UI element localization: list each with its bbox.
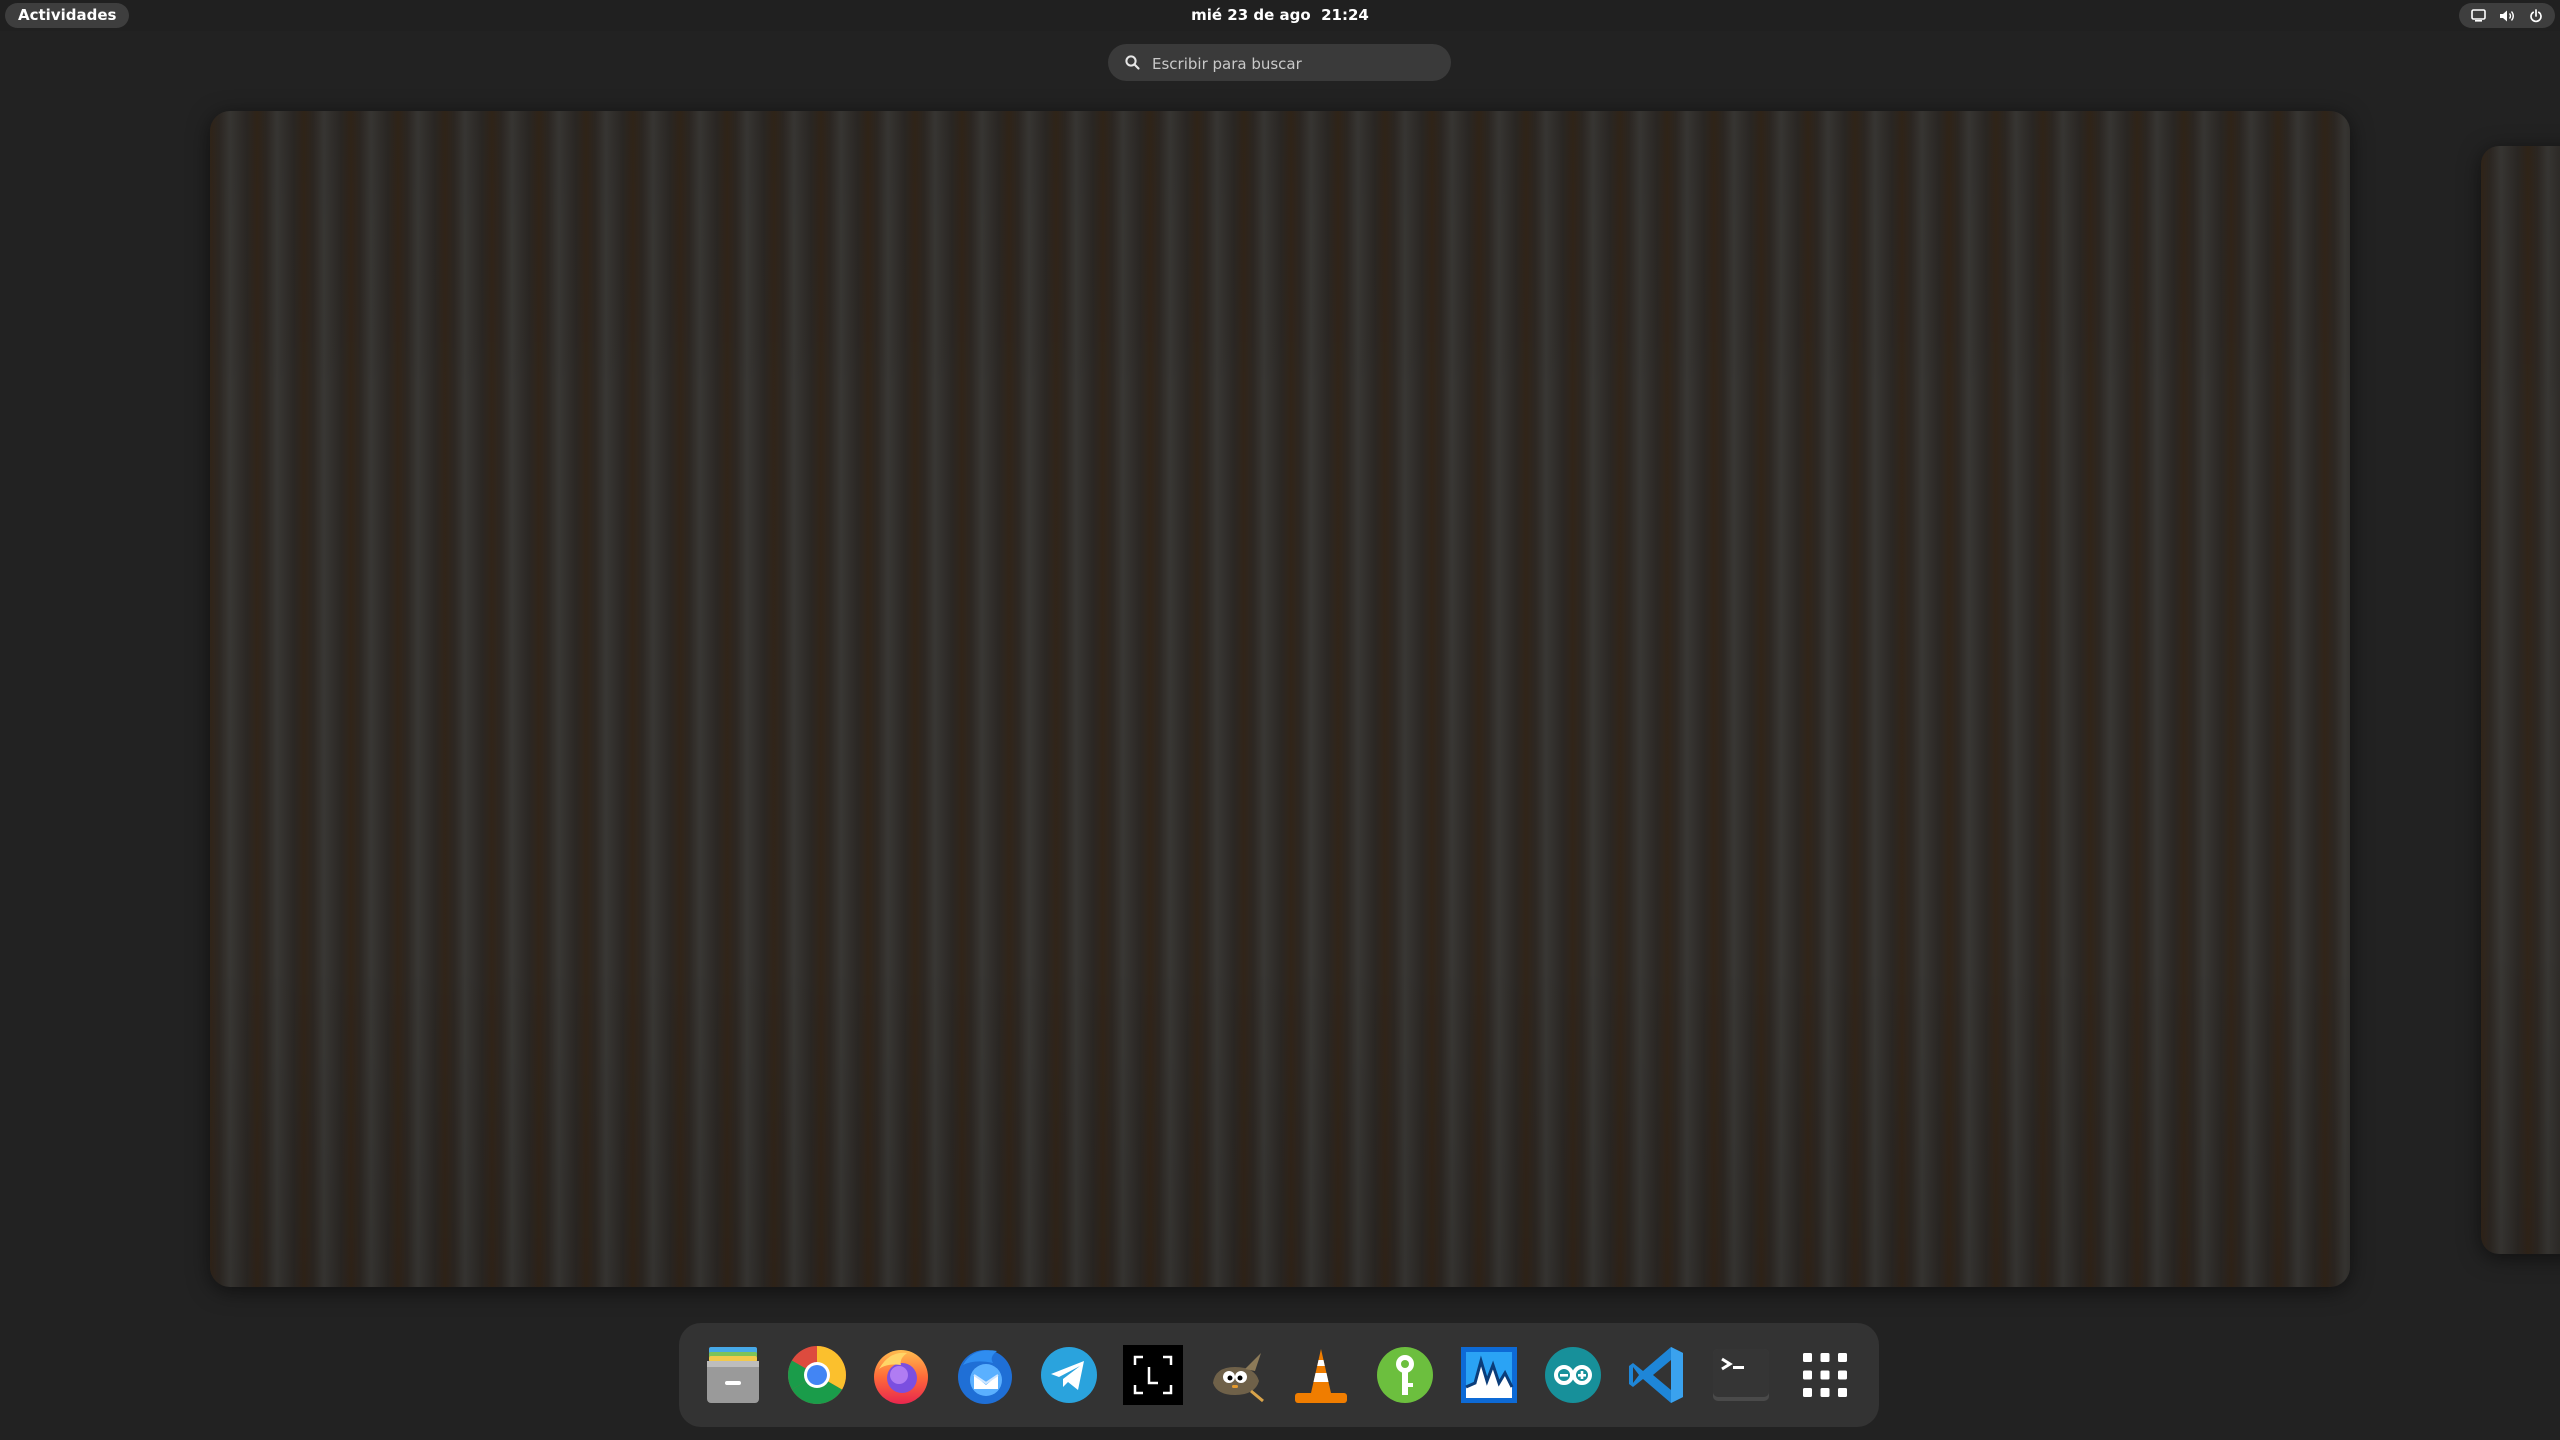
dock-app-keys[interactable]	[1373, 1343, 1438, 1408]
dock-app-telegram[interactable]	[1037, 1343, 1102, 1408]
volume-icon	[2498, 7, 2516, 25]
search-icon	[1124, 54, 1141, 71]
dock-app-thunderbird[interactable]	[953, 1343, 1018, 1408]
vscode-icon	[1629, 1347, 1683, 1403]
key-icon	[1377, 1347, 1433, 1403]
dock-app-terminal[interactable]	[1709, 1343, 1774, 1408]
dock-app-vlc[interactable]	[1289, 1343, 1354, 1408]
app-grid-icon	[1803, 1353, 1847, 1397]
dock-app-wave[interactable]	[1457, 1343, 1522, 1408]
clock[interactable]: mié 23 de ago 21:24	[1191, 3, 1369, 28]
dock-app-gimp[interactable]	[1205, 1343, 1270, 1408]
dock	[679, 1323, 1879, 1427]
files-icon	[707, 1347, 759, 1403]
dock-app-arduino[interactable]	[1541, 1343, 1606, 1408]
dock-app-screenshot[interactable]	[1121, 1343, 1186, 1408]
overview-screen: Actividades mié 23 de ago 21:24	[0, 0, 2560, 1440]
workspace-thumbnail-next[interactable]	[2481, 146, 2560, 1254]
workspace-thumbnail-active[interactable]	[210, 111, 2350, 1287]
screenshot-icon	[1123, 1345, 1183, 1405]
firefox-icon	[874, 1350, 928, 1404]
dock-app-files[interactable]	[701, 1343, 766, 1408]
gimp-icon	[1213, 1353, 1264, 1403]
screen-icon	[2470, 7, 2488, 25]
waveform-icon	[1461, 1347, 1517, 1403]
vlc-icon	[1295, 1349, 1347, 1403]
system-menu[interactable]	[2459, 3, 2555, 28]
chrome-icon	[788, 1346, 846, 1404]
dock-app-firefox[interactable]	[869, 1343, 934, 1408]
top-bar: Actividades mié 23 de ago 21:24	[0, 0, 2560, 31]
activities-button[interactable]: Actividades	[5, 3, 130, 28]
telegram-icon	[1041, 1347, 1097, 1403]
wallpaper-vignette	[210, 111, 2350, 1287]
arduino-icon	[1545, 1347, 1601, 1403]
terminal-icon	[1713, 1349, 1769, 1401]
wallpaper-vignette	[2481, 146, 2560, 1254]
search-bar[interactable]	[1108, 44, 1451, 83]
dock-app-chrome[interactable]	[785, 1343, 850, 1408]
dock-app-vscode[interactable]	[1625, 1343, 1690, 1408]
dock-app-grid[interactable]	[1793, 1343, 1858, 1408]
search-input[interactable]	[1150, 44, 1444, 83]
thunderbird-icon	[958, 1350, 1012, 1404]
power-icon	[2527, 7, 2545, 25]
